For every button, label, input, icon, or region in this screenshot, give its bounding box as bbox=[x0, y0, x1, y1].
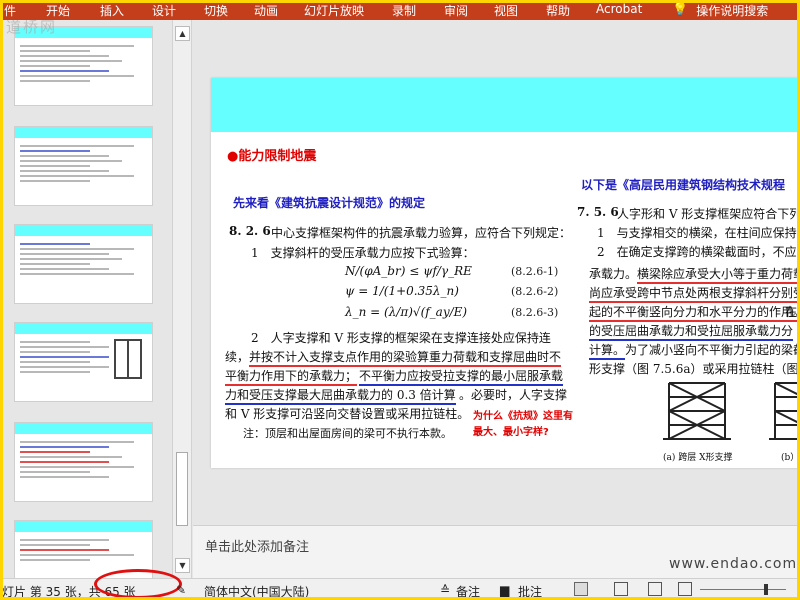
watermark-url: www.endao.com bbox=[669, 556, 798, 572]
right-line-7-end: 为了减小竖向不平衡力引起的梁截面 bbox=[625, 343, 800, 357]
tab-insert[interactable]: 插入 bbox=[100, 2, 124, 19]
equation-3: λ_n = (λ/π)√(f_ay/E) bbox=[345, 305, 468, 319]
right-line-5-end: 在 bbox=[785, 305, 798, 319]
item-2-line-4-blue-underlined: 力和受压支撑最大屈曲承载力的 0.3 倍计算 bbox=[225, 386, 456, 405]
slide-thumbnail[interactable] bbox=[14, 224, 153, 304]
tab-file[interactable]: 件 bbox=[4, 2, 16, 19]
comments-toggle-label[interactable]: 批注 bbox=[518, 583, 542, 600]
slide-thumbnail[interactable] bbox=[14, 422, 153, 502]
item-2-line-3-blue-underlined: 不平衡力应按受拉支撑的最小屈服承载 bbox=[359, 367, 564, 386]
language-indicator[interactable]: 简体中文(中国大陆) bbox=[204, 583, 309, 600]
red-question-line-1: 为什么《抗规》这里有 bbox=[473, 411, 573, 422]
item-2-line-4-end: 。必要时，人字支撑 bbox=[459, 388, 568, 402]
right-line-3-start: 承载力。 bbox=[589, 267, 638, 281]
tab-slideshow[interactable]: 幻灯片放映 bbox=[304, 2, 364, 19]
scrollbar-thumb[interactable] bbox=[176, 452, 188, 526]
ribbon-tabs: 件 开始 插入 设计 切换 动画 幻灯片放映 录制 审阅 视图 帮助 Acrob… bbox=[0, 0, 800, 20]
tab-design[interactable]: 设计 bbox=[152, 2, 176, 19]
right-line-6-blue-underlined: 的受压屈曲承载力和受拉屈服承载力分 bbox=[589, 322, 794, 341]
red-circle-annotation bbox=[94, 569, 182, 599]
figure-a-caption: (a) 跨层 X形支撑 bbox=[663, 453, 733, 463]
zoom-slider-track[interactable] bbox=[700, 589, 786, 590]
figure-b-caption: (b） bbox=[781, 453, 800, 463]
zoom-slider-handle[interactable] bbox=[764, 584, 768, 595]
spellcheck-icon[interactable]: ✎ bbox=[176, 583, 186, 597]
notes-pane[interactable]: 单击此处添加备注 www.endao.com bbox=[193, 525, 800, 578]
tab-home[interactable]: 开始 bbox=[46, 2, 70, 19]
note-text: 注：顶层和出屋面房间的梁可不执行本款。 bbox=[243, 427, 452, 440]
slide-canvas[interactable]: ●能力限制地震 先来看《建筑抗震设计规范》的规定 以下是《高层民用建筑钢结构技术… bbox=[211, 78, 800, 468]
notes-toggle-label[interactable]: 备注 bbox=[456, 583, 480, 600]
normal-view-icon[interactable] bbox=[574, 582, 588, 596]
tab-transitions[interactable]: 切换 bbox=[204, 2, 228, 19]
notes-placeholder[interactable]: 单击此处添加备注 bbox=[205, 536, 309, 555]
left-heading: 先来看《建筑抗震设计规范》的规定 bbox=[233, 196, 426, 210]
equation-2-number: (8.2.6-2) bbox=[511, 285, 559, 298]
scroll-down-arrow-icon[interactable]: ▼ bbox=[175, 558, 190, 573]
second-frame-figure bbox=[769, 382, 800, 440]
notes-icon[interactable]: ≙ bbox=[440, 583, 450, 597]
right-line-3-underlined: 横梁除应承受大小等于重力荷载代 bbox=[637, 265, 800, 284]
right-line-7-blue-underlined: 计算。 bbox=[589, 341, 626, 360]
item-2-line-5: 和 V 形支撑可沿竖向交替设置或采用拉链柱。 bbox=[225, 407, 470, 421]
tell-me-label: 操作说明搜索 bbox=[696, 4, 769, 18]
status-bar: 灯片 第 35 张，共 65 张 ✎ 简体中文(中国大陆) ≙ 备注 ▆ 批注 bbox=[0, 569, 800, 600]
clause-number: 8. 2. 6 bbox=[229, 224, 271, 238]
right-item-1: 1 与支撑相交的横梁，在柱间应保持连 bbox=[597, 226, 800, 240]
equation-3-number: (8.2.6-3) bbox=[511, 306, 559, 319]
red-question-line-2: 最大、最小字样? bbox=[473, 427, 549, 438]
item-2-line-2-underlined: 并按不计入支撑支点作用的梁验算重力荷载和支撑屈曲时不 bbox=[249, 348, 562, 367]
lightbulb-icon: 💡 bbox=[672, 2, 689, 17]
comments-icon[interactable]: ▆ bbox=[500, 583, 509, 597]
slide-thumbnail[interactable] bbox=[14, 322, 153, 402]
slide-thumbnail[interactable] bbox=[14, 26, 153, 106]
item-2-line-1: 2 人字支撑和 V 形支撑的框架梁在支撑连接处应保持连 bbox=[251, 331, 551, 345]
right-heading: 以下是《高层民用建筑钢结构技术规程 bbox=[581, 178, 786, 192]
right-line-8: 形支撑（图 7.5.6a）或采用拉链柱（图 7.5 bbox=[589, 362, 800, 376]
slide-title: ●能力限制地震 bbox=[227, 149, 317, 164]
slide-editor[interactable]: ●能力限制地震 先来看《建筑抗震设计规范》的规定 以下是《高层民用建筑钢结构技术… bbox=[193, 20, 800, 525]
tab-animations[interactable]: 动画 bbox=[254, 2, 278, 19]
tab-record[interactable]: 录制 bbox=[392, 2, 416, 19]
tab-acrobat[interactable]: Acrobat bbox=[596, 2, 642, 16]
item-2-line-2-start: 续， bbox=[225, 350, 250, 364]
slideshow-view-icon[interactable] bbox=[678, 582, 692, 596]
item-1: 1 支撑斜杆的受压承载力应按下式验算： bbox=[251, 246, 475, 260]
tab-view[interactable]: 视图 bbox=[494, 2, 518, 19]
equation-2: ψ = 1/(1+0.35λ_n) bbox=[345, 284, 459, 298]
x-braced-frame-figure bbox=[663, 382, 731, 440]
watermark: 道桥网 bbox=[6, 20, 58, 36]
tell-me-box[interactable]: 💡 操作说明搜索 bbox=[672, 2, 768, 19]
right-clause-text: 人字形和 V 形支撑框架应符合下列规 bbox=[617, 207, 800, 221]
reading-view-icon[interactable] bbox=[648, 582, 662, 596]
equation-1: N/(φA_br) ≤ ψf/γ_RE bbox=[345, 264, 472, 278]
slide-thumbnail[interactable] bbox=[14, 126, 153, 206]
right-clause-number: 7. 5. 6 bbox=[577, 205, 619, 219]
frame-figure-icon bbox=[114, 339, 142, 379]
right-item-2: 2 在确定支撑跨的横梁截面时，不应考 bbox=[597, 245, 800, 259]
right-line-4-underlined: 尚应承受跨中节点处两根支撑斜杆分别受拉 bbox=[589, 284, 800, 303]
slide-sorter-view-icon[interactable] bbox=[614, 582, 628, 596]
clause-text: 中心支撑框架构件的抗震承载力验算，应符合下列规定： bbox=[271, 226, 572, 240]
thumbnail-scrollbar[interactable]: ▲ ▼ bbox=[172, 20, 192, 578]
tab-review[interactable]: 审阅 bbox=[444, 2, 468, 19]
item-2-line-3-underlined: 平衡力作用下的承载力； bbox=[225, 367, 358, 386]
equation-1-number: (8.2.6-1) bbox=[511, 265, 559, 278]
tab-help[interactable]: 帮助 bbox=[546, 2, 570, 19]
slide-header-band bbox=[211, 78, 800, 132]
scroll-up-arrow-icon[interactable]: ▲ bbox=[175, 26, 190, 41]
slide-thumbnail-pane[interactable]: 道桥网 bbox=[0, 20, 172, 578]
right-line-5-underlined: 起的不平衡竖向分力和水平分力的作用。 bbox=[589, 303, 800, 322]
